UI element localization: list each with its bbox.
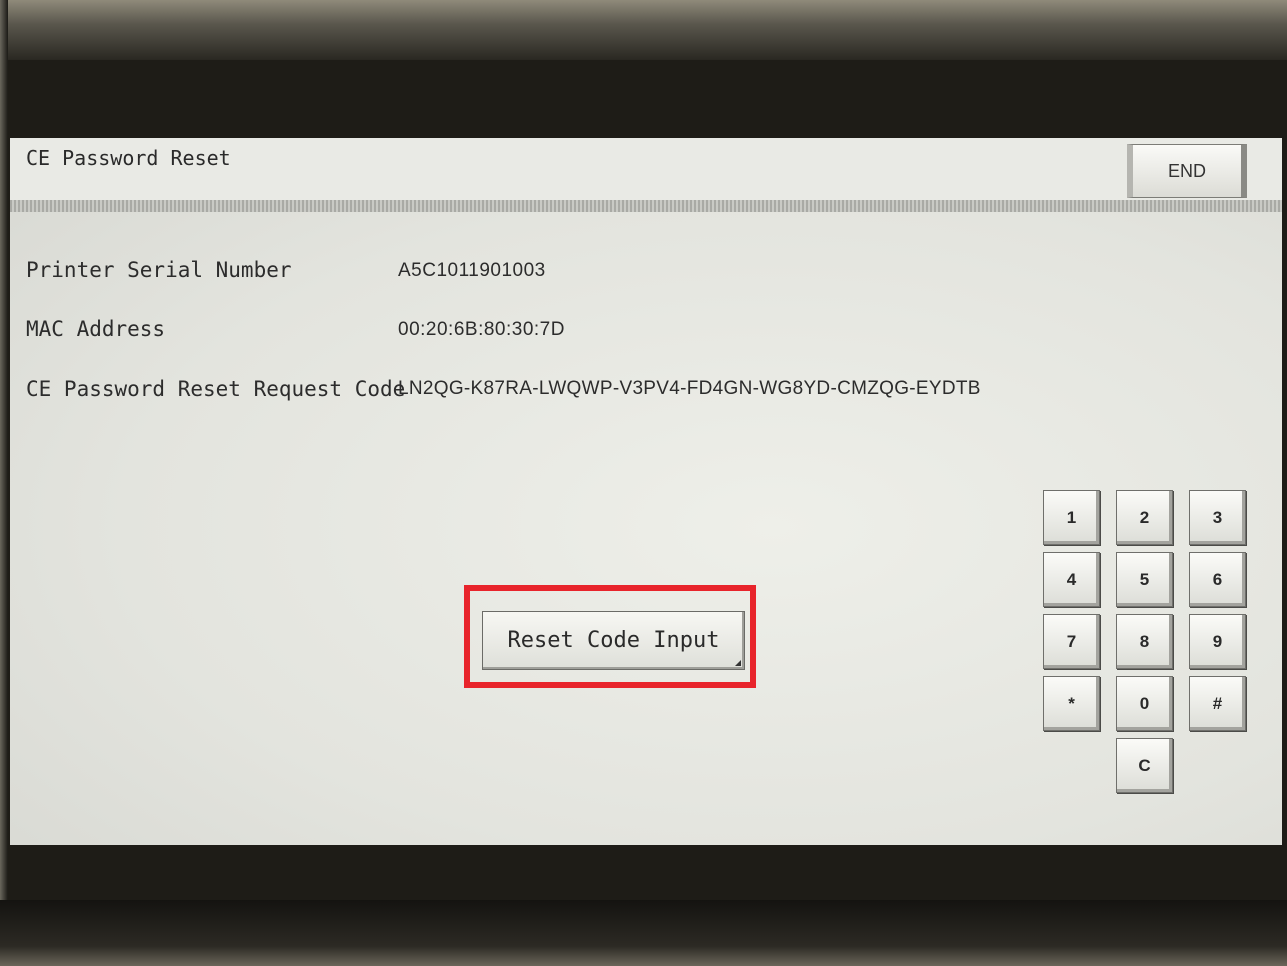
key-clear[interactable]: C: [1116, 738, 1173, 793]
device-bezel-bottom: [0, 900, 1287, 966]
key-9[interactable]: 9: [1189, 614, 1246, 669]
reset-code-input-button[interactable]: Reset Code Input: [482, 611, 745, 670]
request-code-row: CE Password Reset Request Code: [26, 377, 405, 401]
end-button[interactable]: END: [1127, 144, 1247, 198]
page-title: CE Password Reset: [26, 146, 231, 170]
key-4[interactable]: 4: [1043, 552, 1100, 607]
key-6[interactable]: 6: [1189, 552, 1246, 607]
mac-address-value: 00:20:6B:80:30:7D: [398, 319, 565, 340]
key-3[interactable]: 3: [1189, 490, 1246, 545]
key-5[interactable]: 5: [1116, 552, 1173, 607]
reset-code-input-label: Reset Code Input: [507, 628, 720, 653]
serial-number-row: Printer Serial Number: [26, 258, 292, 282]
touch-screen: CE Password Reset END Printer Serial Num…: [10, 138, 1282, 845]
mac-address-row: MAC Address: [26, 317, 165, 341]
key-0[interactable]: 0: [1116, 676, 1173, 731]
key-7[interactable]: 7: [1043, 614, 1100, 669]
title-divider: [10, 200, 1282, 212]
request-code-label: CE Password Reset Request Code: [26, 377, 406, 401]
key-hash[interactable]: #: [1189, 676, 1246, 731]
key-1[interactable]: 1: [1043, 490, 1100, 545]
request-code-value: LN2QG-K87RA-LWQWP-V3PV4-FD4GN-WG8YD-CMZQ…: [398, 378, 981, 399]
mac-address-label: MAC Address: [26, 317, 166, 341]
numeric-keypad: 1 2 3 4 5 6 7 8 9 * 0 # C: [1043, 490, 1251, 793]
key-8[interactable]: 8: [1116, 614, 1173, 669]
submenu-indicator-icon: [735, 660, 741, 666]
key-asterisk[interactable]: *: [1043, 676, 1100, 731]
device-bezel-top: [0, 0, 1287, 60]
device-bezel-left: [0, 0, 8, 966]
title-bar: CE Password Reset END: [10, 138, 1282, 200]
serial-number-value: A5C1011901003: [398, 260, 546, 281]
serial-number-label: Printer Serial Number: [26, 258, 292, 282]
key-2[interactable]: 2: [1116, 490, 1173, 545]
